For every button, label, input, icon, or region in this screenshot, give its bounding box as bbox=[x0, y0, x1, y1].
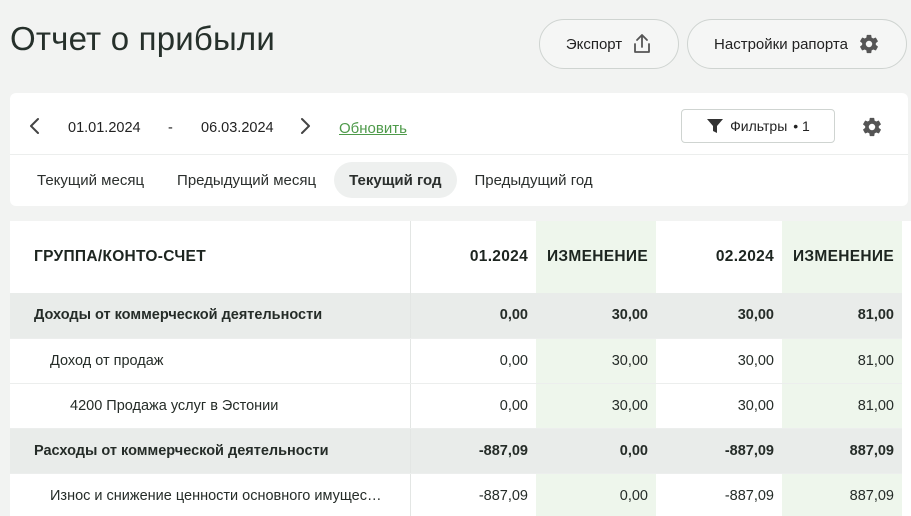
cell-value: -887,09 bbox=[656, 428, 782, 474]
chevron-left-icon[interactable] bbox=[28, 117, 42, 140]
date-separator: - bbox=[168, 120, 173, 136]
cell-value: 30,00 bbox=[656, 293, 782, 339]
cell-change: 81,00 bbox=[782, 383, 902, 429]
profit-report-table: ГРУППА/КОНТО-СЧЕТ 01.2024 ИЗМЕНЕНИЕ 02.2… bbox=[10, 221, 911, 516]
table-row[interactable]: Износ и снижение ценности основного имущ… bbox=[10, 473, 902, 516]
account-name: Доходы от коммерческой деятельности bbox=[10, 293, 411, 339]
cell-change: 81,00 bbox=[782, 338, 902, 384]
cell-value: -887,09 bbox=[656, 473, 782, 516]
tab-previous-year[interactable]: Предыдущий год bbox=[460, 162, 608, 198]
filter-funnel-icon bbox=[706, 118, 724, 134]
cell-change: 0,00 bbox=[536, 428, 656, 474]
refresh-link[interactable]: Обновить bbox=[339, 120, 407, 137]
cell-change: 30,00 bbox=[536, 338, 656, 384]
column-header-period-1[interactable]: 01.2024 bbox=[410, 221, 536, 293]
account-name: Доход от продаж bbox=[10, 338, 411, 384]
column-header-period-2[interactable]: 02.2024 bbox=[656, 221, 782, 293]
gear-icon bbox=[858, 33, 880, 55]
table-row[interactable]: 4200 Продажа услуг в Эстонии 0,00 30,00 … bbox=[10, 383, 902, 429]
cell-change: 30,00 bbox=[536, 293, 656, 339]
cell-change: 887,09 bbox=[782, 473, 902, 516]
column-header-change-2[interactable]: ИЗМЕНЕНИЕ bbox=[782, 221, 902, 293]
tab-current-month[interactable]: Текущий месяц bbox=[22, 162, 159, 198]
account-name: Износ и снижение ценности основного имущ… bbox=[10, 473, 411, 516]
cell-value: 30,00 bbox=[656, 338, 782, 384]
column-header-change-1[interactable]: ИЗМЕНЕНИЕ bbox=[536, 221, 656, 293]
filters-label: Фильтры bbox=[730, 118, 788, 134]
date-range-bar: 01.01.2024 - 06.03.2024 Обновить Фильтры… bbox=[10, 93, 908, 155]
cell-change: 30,00 bbox=[536, 383, 656, 429]
filters-button[interactable]: Фильтры • 1 bbox=[681, 109, 835, 143]
cell-value: 30,00 bbox=[656, 383, 782, 429]
period-tabs: Текущий месяц Предыдущий месяц Текущий г… bbox=[22, 162, 611, 198]
filter-panel: 01.01.2024 - 06.03.2024 Обновить Фильтры… bbox=[10, 93, 908, 206]
cell-value: -887,09 bbox=[410, 428, 536, 474]
table-settings-gear-icon[interactable] bbox=[861, 116, 883, 143]
report-settings-button[interactable]: Настройки рапорта bbox=[687, 19, 907, 69]
cell-change: 81,00 bbox=[782, 293, 902, 339]
column-header-account[interactable]: ГРУППА/КОНТО-СЧЕТ bbox=[10, 221, 411, 293]
export-button[interactable]: Экспорт bbox=[539, 19, 679, 69]
cell-value: -887,09 bbox=[410, 473, 536, 516]
account-name: Расходы от коммерческой деятельности bbox=[10, 428, 411, 474]
export-label: Экспорт bbox=[565, 35, 623, 53]
table-header-row: ГРУППА/КОНТО-СЧЕТ 01.2024 ИЗМЕНЕНИЕ 02.2… bbox=[10, 221, 902, 293]
page-title: Отчет о прибыли bbox=[10, 20, 276, 57]
report-settings-label: Настройки рапорта bbox=[714, 35, 848, 53]
cell-change: 0,00 bbox=[536, 473, 656, 516]
tab-current-year[interactable]: Текущий год bbox=[334, 162, 457, 198]
filters-count-badge: • 1 bbox=[793, 118, 810, 134]
table-row[interactable]: Расходы от коммерческой деятельности -88… bbox=[10, 428, 902, 474]
cell-value: 0,00 bbox=[410, 338, 536, 384]
chevron-right-icon[interactable] bbox=[298, 117, 312, 140]
cell-change: 887,09 bbox=[782, 428, 902, 474]
table-row[interactable]: Доходы от коммерческой деятельности 0,00… bbox=[10, 293, 902, 339]
table-row[interactable]: Доход от продаж 0,00 30,00 30,00 81,00 bbox=[10, 338, 902, 384]
share-upload-icon bbox=[632, 33, 652, 55]
account-name: 4200 Продажа услуг в Эстонии bbox=[10, 383, 411, 429]
date-to-field[interactable]: 06.03.2024 bbox=[201, 120, 274, 136]
cell-value: 0,00 bbox=[410, 293, 536, 339]
cell-value: 0,00 bbox=[410, 383, 536, 429]
tab-previous-month[interactable]: Предыдущий месяц bbox=[162, 162, 331, 198]
date-from-field[interactable]: 01.01.2024 bbox=[68, 120, 141, 136]
